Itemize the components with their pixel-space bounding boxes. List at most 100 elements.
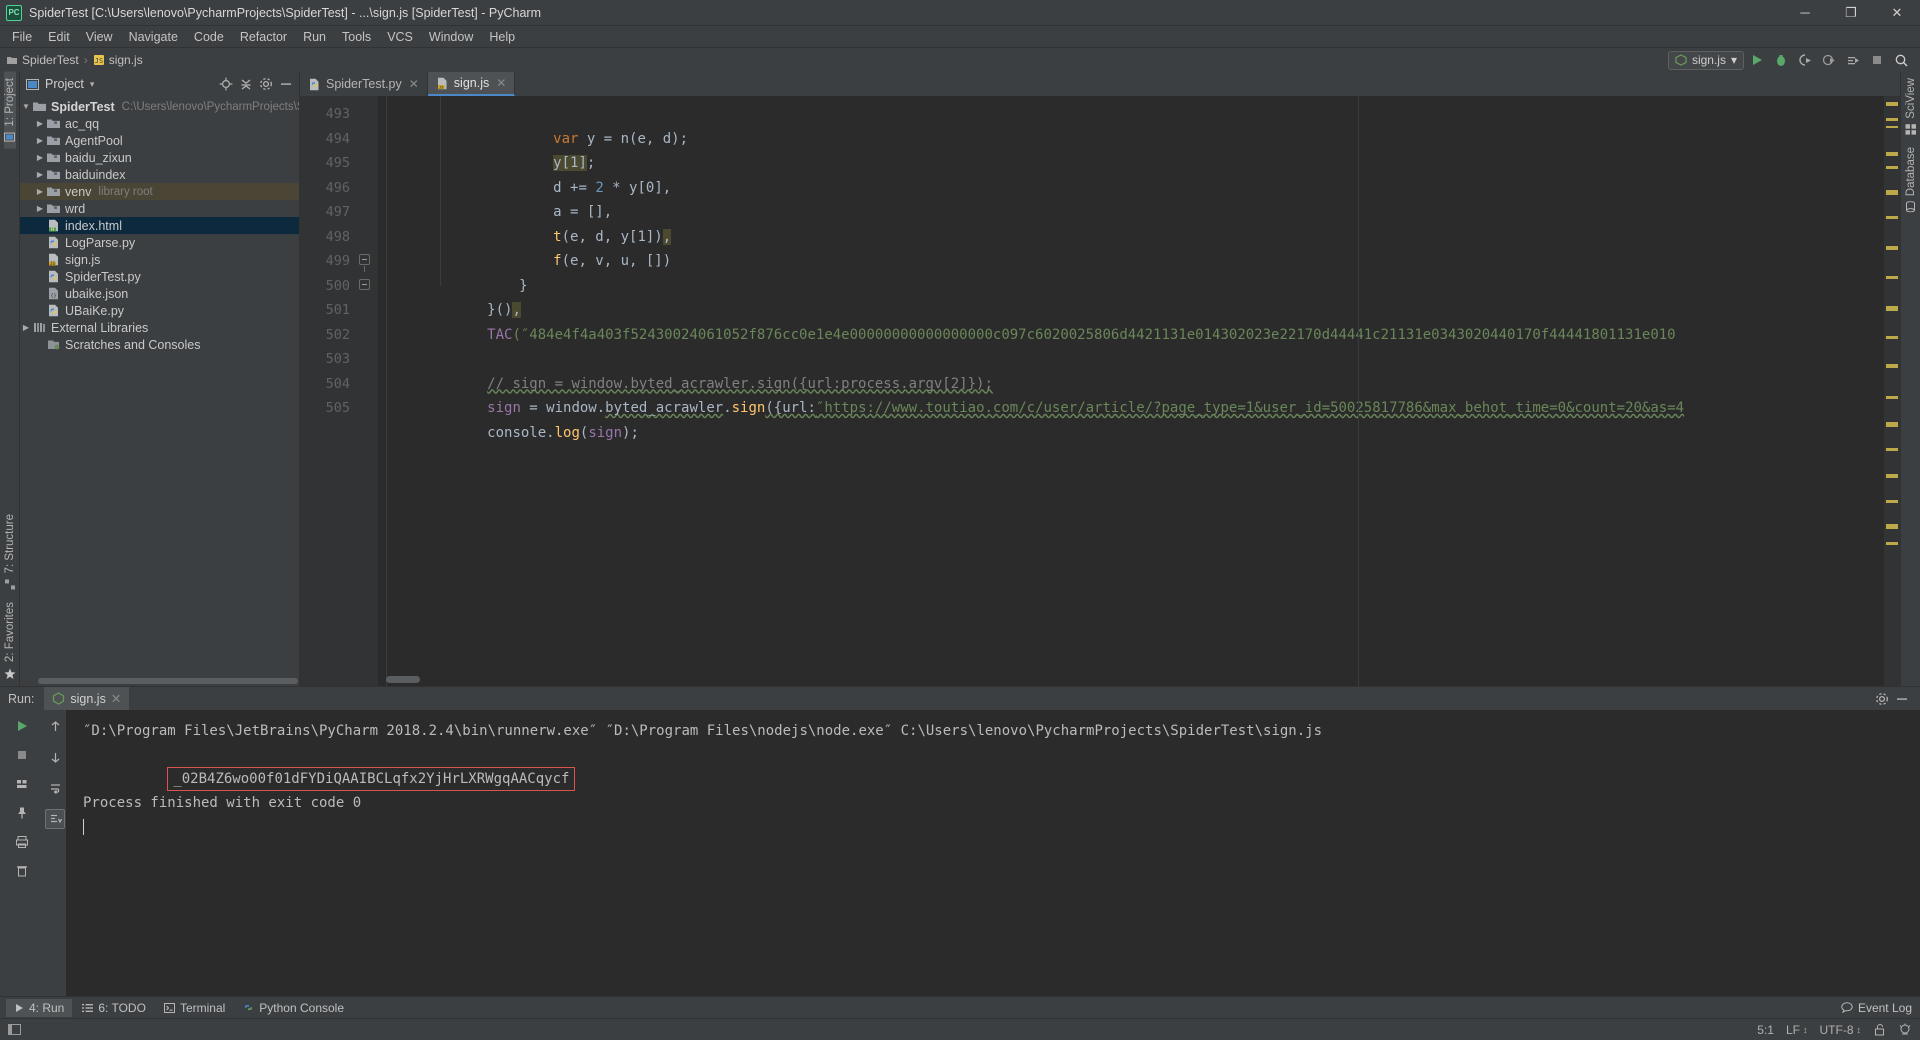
maximize-button[interactable]: ❐	[1828, 0, 1874, 26]
scroll-up-button[interactable]	[45, 716, 65, 736]
tree-row-agentpool[interactable]: ▶ AgentPool	[20, 132, 299, 149]
project-horizontal-scrollbar[interactable]	[20, 676, 299, 686]
tab-spidertest-py[interactable]: SpiderTest.py ✕	[300, 72, 428, 96]
close-icon[interactable]: ✕	[496, 76, 506, 90]
warning-marker[interactable]	[1886, 524, 1898, 529]
menu-run[interactable]: Run	[295, 28, 334, 46]
expand-arrow-icon[interactable]: ▶	[34, 153, 46, 162]
expand-arrow-icon[interactable]: ▼	[20, 102, 32, 111]
run-button[interactable]	[1746, 50, 1768, 70]
tool-window-python-console[interactable]: Python Console	[235, 999, 352, 1017]
expand-arrow-icon[interactable]: ▶	[20, 323, 32, 332]
minimize-button[interactable]: ─	[1782, 0, 1828, 26]
close-button[interactable]: ✕	[1874, 0, 1920, 26]
line-separator-selector[interactable]: LF ↕	[1786, 1023, 1808, 1037]
tree-row-baiduindex[interactable]: ▶ baiduindex	[20, 166, 299, 183]
warning-marker[interactable]	[1886, 396, 1898, 399]
tree-row-scratches[interactable]: Scratches and Consoles	[20, 336, 299, 353]
expand-arrow-icon[interactable]: ▶	[34, 170, 46, 179]
tool-window-terminal[interactable]: Terminal	[156, 999, 233, 1017]
run-with-args-button[interactable]	[1842, 50, 1864, 70]
close-icon[interactable]: ✕	[409, 77, 419, 91]
tool-window-database[interactable]: Database	[1905, 141, 1917, 218]
expand-arrow-icon[interactable]: ▶	[34, 136, 46, 145]
warning-marker[interactable]	[1886, 118, 1898, 121]
unlocked-icon[interactable]	[1873, 1023, 1886, 1036]
run-coverage-button[interactable]	[1794, 50, 1816, 70]
tree-row-spidertest[interactable]: ▼ SpiderTest C:\Users\lenovo\PycharmProj…	[20, 98, 299, 115]
menu-code[interactable]: Code	[186, 28, 232, 46]
run-console-output[interactable]: ″D:\Program Files\JetBrains\PyCharm 2018…	[66, 710, 1920, 996]
expand-arrow-icon[interactable]: ▶	[34, 204, 46, 213]
stop-button[interactable]	[1866, 50, 1888, 70]
code-fold-marker[interactable]	[359, 254, 370, 272]
tool-window-project[interactable]: 1: Project	[3, 72, 16, 149]
hector-icon[interactable]	[1898, 1023, 1912, 1037]
scroll-down-button[interactable]	[45, 747, 65, 767]
editor-marker-bar[interactable]	[1884, 96, 1900, 686]
menu-edit[interactable]: Edit	[40, 28, 78, 46]
tree-row-sign-js[interactable]: JS sign.js	[20, 251, 299, 268]
layout-button[interactable]	[12, 774, 32, 794]
tree-row-ubaike-json[interactable]: {} ubaike.json	[20, 285, 299, 302]
warning-marker[interactable]	[1886, 500, 1898, 503]
menu-window[interactable]: Window	[421, 28, 481, 46]
warning-marker[interactable]	[1886, 126, 1898, 128]
menu-navigate[interactable]: Navigate	[121, 28, 186, 46]
rerun-button[interactable]	[12, 716, 32, 736]
warning-marker[interactable]	[1886, 190, 1898, 195]
gear-icon[interactable]	[259, 77, 273, 91]
search-everywhere-button[interactable]	[1890, 50, 1912, 70]
warning-marker[interactable]	[1886, 306, 1898, 311]
breadcrumb-file[interactable]: sign.js	[109, 53, 143, 67]
hide-icon[interactable]	[279, 77, 293, 91]
tree-row-venv[interactable]: ▶ venv library root	[20, 183, 299, 200]
stop-button[interactable]	[12, 745, 32, 765]
warning-marker[interactable]	[1886, 152, 1898, 156]
tree-row-index-html[interactable]: H index.html	[20, 217, 299, 234]
tree-row-external-libraries[interactable]: ▶ External Libraries	[20, 319, 299, 336]
show-tool-windows-icon[interactable]	[8, 1023, 21, 1036]
tree-row-ubaike-py[interactable]: UBaiKe.py	[20, 302, 299, 319]
menu-view[interactable]: View	[78, 28, 121, 46]
encoding-selector[interactable]: UTF-8 ↕	[1820, 1023, 1862, 1037]
profile-button[interactable]	[1818, 50, 1840, 70]
project-pane-caret-icon[interactable]: ▾	[90, 79, 95, 90]
tool-window-sciview[interactable]: SciView	[1905, 72, 1917, 141]
menu-tools[interactable]: Tools	[334, 28, 379, 46]
caret-position[interactable]: 5:1	[1757, 1023, 1774, 1037]
soft-wrap-button[interactable]	[45, 778, 65, 798]
warning-marker[interactable]	[1886, 336, 1898, 339]
close-icon[interactable]: ✕	[111, 691, 121, 706]
tree-row-logparse-py[interactable]: LogParse.py	[20, 234, 299, 251]
expand-arrow-icon[interactable]: ▶	[34, 187, 46, 196]
warning-marker[interactable]	[1886, 422, 1898, 427]
editor-horizontal-scrollbar[interactable]	[378, 675, 1884, 684]
collapse-all-icon[interactable]	[239, 77, 253, 91]
warning-marker[interactable]	[1886, 216, 1898, 219]
menu-vcs[interactable]: VCS	[379, 28, 421, 46]
scroll-to-end-button[interactable]	[45, 809, 65, 829]
warning-marker[interactable]	[1886, 102, 1898, 106]
menu-refactor[interactable]: Refactor	[232, 28, 295, 46]
gear-icon[interactable]	[1872, 689, 1892, 709]
print-button[interactable]	[12, 832, 32, 852]
warning-marker[interactable]	[1886, 276, 1898, 279]
tool-window-todo[interactable]: 6: TODO	[74, 999, 154, 1017]
run-tab-sign-js[interactable]: sign.js ✕	[44, 687, 130, 710]
warning-marker[interactable]	[1886, 542, 1898, 545]
pin-button[interactable]	[12, 803, 32, 823]
scrollbar-thumb[interactable]	[386, 676, 420, 683]
hide-icon[interactable]	[1892, 689, 1912, 709]
warning-marker[interactable]	[1886, 474, 1898, 478]
project-tree[interactable]: ▼ SpiderTest C:\Users\lenovo\PycharmProj…	[20, 96, 299, 676]
tool-window-favorites[interactable]: 2: Favorites	[4, 596, 16, 668]
expand-arrow-icon[interactable]: ▶	[34, 119, 46, 128]
menu-file[interactable]: File	[4, 28, 40, 46]
tree-row-baidu-zixun[interactable]: ▶ baidu_zixun	[20, 149, 299, 166]
breadcrumb-project[interactable]: SpiderTest	[22, 53, 79, 67]
scrollbar-thumb[interactable]	[38, 678, 298, 684]
event-log-button[interactable]: Event Log	[1833, 999, 1920, 1017]
warning-marker[interactable]	[1886, 246, 1898, 250]
tree-row-ac-qq[interactable]: ▶ ac_qq	[20, 115, 299, 132]
